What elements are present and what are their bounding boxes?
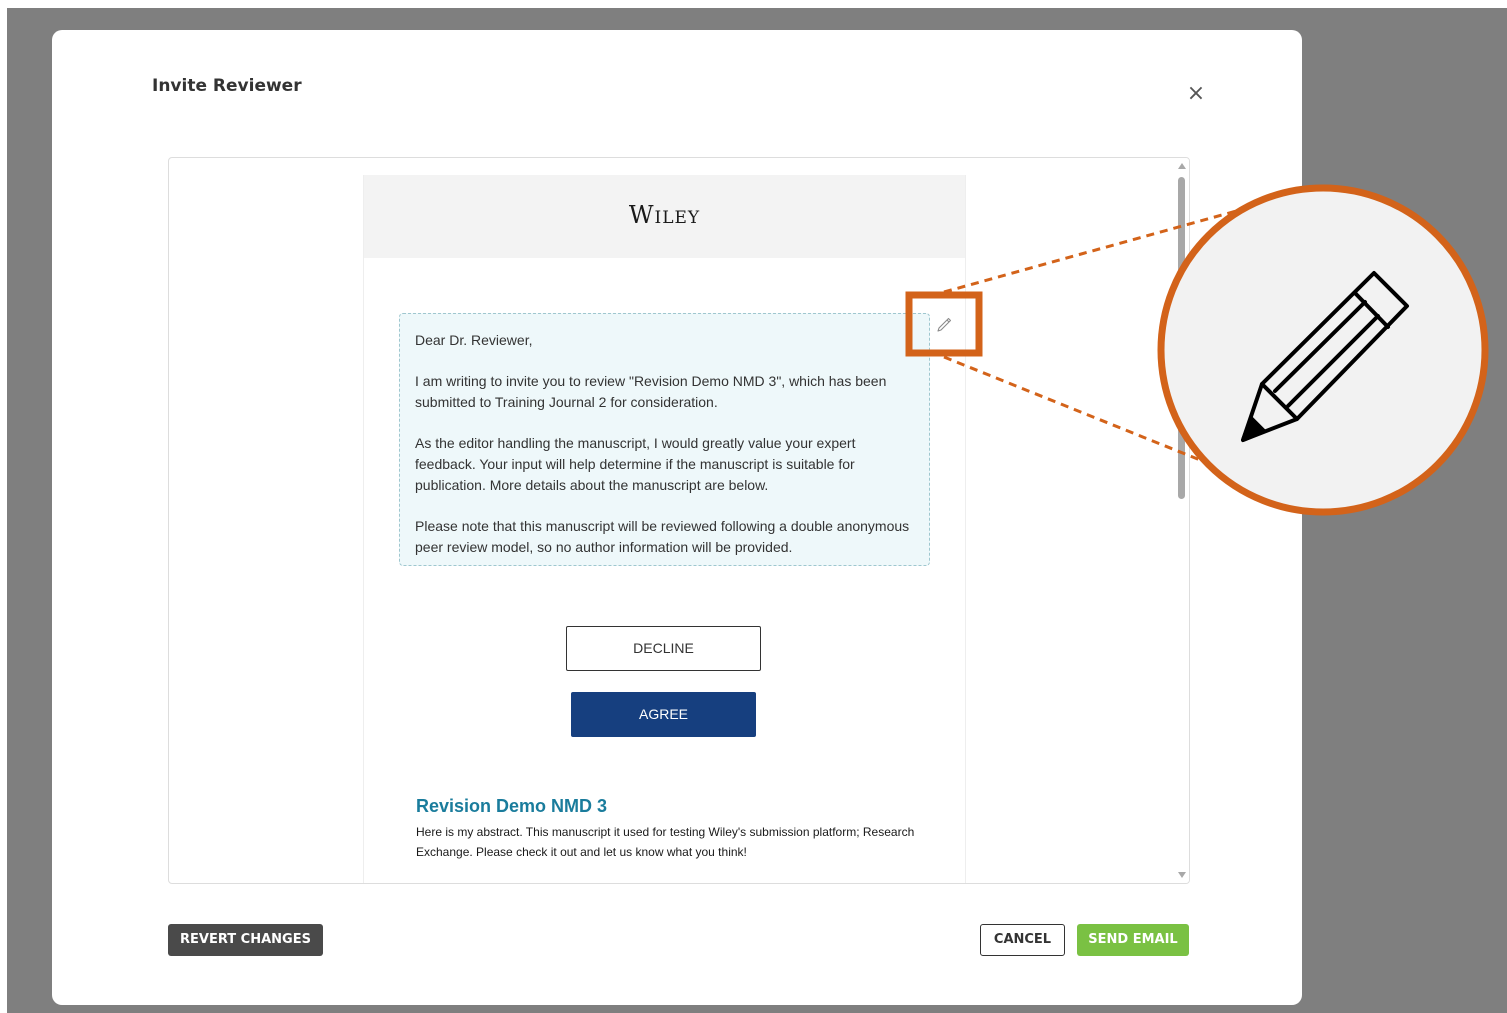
letter-paragraph-2: As the editor handling the manuscript, I… <box>415 435 856 493</box>
manuscript-title: Revision Demo NMD 3 <box>416 796 608 816</box>
letter-paragraph-1: I am writing to invite you to review "Re… <box>415 373 887 410</box>
preview-scrollbar[interactable] <box>1175 158 1189 883</box>
scroll-up-icon[interactable] <box>1178 163 1186 169</box>
manuscript-abstract: Here is my abstract. This manuscript it … <box>416 825 915 859</box>
letter-paragraph-3: Please note that this manuscript will be… <box>415 518 910 555</box>
invite-reviewer-modal: Invite Reviewer × Wiley Dear Dr. Reviewe… <box>52 30 1302 1005</box>
agree-button[interactable]: AGREE <box>571 692 756 737</box>
decline-button[interactable]: DECLINE <box>566 626 761 671</box>
letter-greeting: Dear Dr. Reviewer, <box>415 332 533 348</box>
cancel-button[interactable]: CANCEL <box>980 924 1065 956</box>
revert-changes-button[interactable]: REVERT CHANGES <box>168 924 323 956</box>
email-header: Wiley <box>364 175 965 258</box>
letter-text: Dear Dr. Reviewer, I am writing to invit… <box>415 330 915 558</box>
pencil-icon[interactable] <box>936 317 952 333</box>
scroll-thumb[interactable] <box>1178 177 1185 499</box>
wiley-logo: Wiley <box>628 201 701 229</box>
scroll-down-icon[interactable] <box>1178 872 1186 878</box>
close-icon[interactable]: × <box>1182 80 1210 108</box>
email-body: Wiley Dear Dr. Reviewer, I am writing to… <box>363 175 966 883</box>
modal-title: Invite Reviewer <box>152 76 302 96</box>
email-preview[interactable]: Wiley Dear Dr. Reviewer, I am writing to… <box>168 157 1190 884</box>
editable-letter-block[interactable]: Dear Dr. Reviewer, I am writing to invit… <box>399 313 952 566</box>
send-email-button[interactable]: SEND EMAIL <box>1077 924 1189 956</box>
